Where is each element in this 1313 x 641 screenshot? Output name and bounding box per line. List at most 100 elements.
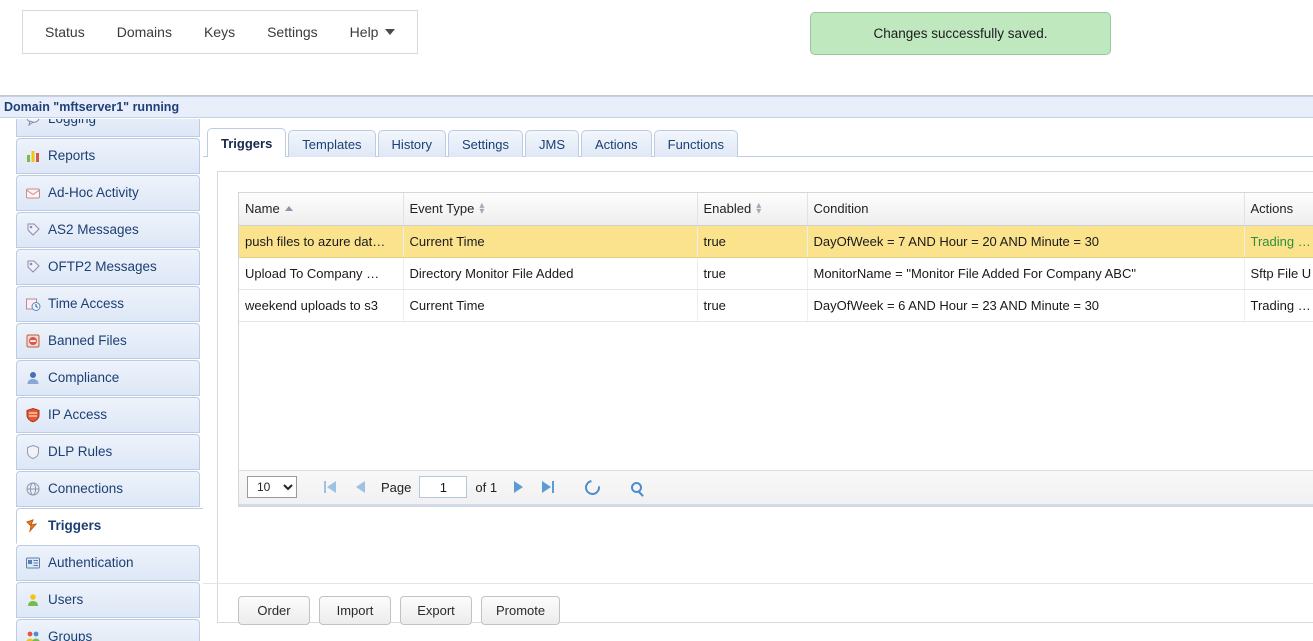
- export-button[interactable]: Export: [400, 596, 472, 625]
- sidebar-item-label: IP Access: [48, 408, 107, 422]
- table-header-row: Name Event Type Enabled Condition Action: [239, 193, 1313, 225]
- sidebar-item-label: OFTP2 Messages: [48, 260, 157, 274]
- tab-label: Templates: [302, 137, 361, 152]
- menu-item-status[interactable]: Status: [29, 18, 101, 46]
- previous-page-icon[interactable]: [347, 474, 373, 500]
- cell-enabled: true: [697, 225, 807, 257]
- tab-label: Settings: [462, 137, 509, 152]
- cell-event-type: Directory Monitor File Added: [403, 257, 697, 289]
- tab-triggers[interactable]: Triggers: [207, 128, 286, 157]
- menu-item-label: Settings: [267, 24, 318, 40]
- cell-event-type: Current Time: [403, 289, 697, 321]
- group-icon: [25, 629, 41, 641]
- sidebar-item-oftp2-messages[interactable]: OFTP2 Messages: [16, 249, 200, 285]
- tab-history[interactable]: History: [378, 130, 446, 157]
- menu-item-settings[interactable]: Settings: [251, 18, 334, 46]
- first-page-icon[interactable]: [317, 474, 343, 500]
- success-notification: Changes successfully saved.: [810, 12, 1111, 55]
- sidebar-item-as2-messages[interactable]: AS2 Messages: [16, 212, 200, 248]
- tab-functions[interactable]: Functions: [654, 130, 738, 157]
- column-header-condition[interactable]: Condition: [807, 193, 1244, 225]
- promote-button[interactable]: Promote: [481, 596, 560, 625]
- tags-icon: [25, 222, 41, 238]
- sidebar-item-label: Groups: [48, 630, 92, 641]
- sidebar-item-label: Reports: [48, 149, 95, 163]
- column-header-enabled[interactable]: Enabled: [697, 193, 807, 225]
- order-button[interactable]: Order: [238, 596, 310, 625]
- cell-actions-link[interactable]: Sftp File U: [1244, 257, 1313, 289]
- tab-settings[interactable]: Settings: [448, 130, 523, 157]
- bottom-divider: [203, 583, 1313, 584]
- triggers-panel: Name Event Type Enabled Condition Action: [217, 171, 1313, 623]
- menu-item-label: Status: [45, 24, 85, 40]
- sidebar-item-authentication[interactable]: Authentication: [16, 545, 200, 581]
- tab-label: Triggers: [221, 136, 272, 151]
- triggers-table: Name Event Type Enabled Condition Action: [239, 193, 1313, 322]
- column-header-name[interactable]: Name: [239, 193, 403, 225]
- page-size-select[interactable]: 10 20 50 100: [247, 476, 297, 498]
- cell-actions-link[interactable]: Trading Pa: [1244, 289, 1313, 321]
- envelope-icon: [25, 185, 41, 201]
- cell-name: push files to azure dat…: [239, 225, 403, 257]
- next-page-icon[interactable]: [505, 474, 531, 500]
- top-bar: Status Domains Keys Settings Help Change…: [0, 0, 1313, 96]
- content-area: Triggers Templates History Settings JMS …: [203, 119, 1313, 641]
- column-header-event-type[interactable]: Event Type: [403, 193, 697, 225]
- sidebar-item-label: Connections: [48, 482, 123, 496]
- import-button[interactable]: Import: [319, 596, 391, 625]
- table-row[interactable]: Upload To Company … Directory Monitor Fi…: [239, 257, 1313, 289]
- column-header-actions[interactable]: Actions: [1244, 193, 1313, 225]
- tab-templates[interactable]: Templates: [288, 130, 375, 157]
- sidebar-item-ip-access[interactable]: IP Access: [16, 397, 200, 433]
- last-page-icon[interactable]: [535, 474, 561, 500]
- table-row[interactable]: weekend uploads to s3 Current Time true …: [239, 289, 1313, 321]
- tab-strip: Triggers Templates History Settings JMS …: [207, 128, 738, 157]
- user-badge-icon: [25, 370, 41, 386]
- refresh-icon[interactable]: [579, 474, 605, 500]
- sidebar-item-connections[interactable]: Connections: [16, 471, 200, 507]
- tab-label: Functions: [668, 137, 724, 152]
- tab-label: JMS: [539, 137, 565, 152]
- column-header-label: Condition: [814, 201, 869, 216]
- menu-item-help[interactable]: Help: [334, 18, 412, 46]
- menu-item-keys[interactable]: Keys: [188, 18, 251, 46]
- domain-status-text: Domain "mftserver1" running: [4, 100, 179, 114]
- menu-item-domains[interactable]: Domains: [101, 18, 188, 46]
- sort-ascending-icon: [285, 206, 293, 211]
- sidebar-item-users[interactable]: Users: [16, 582, 200, 618]
- sidebar-item-label: Compliance: [48, 371, 119, 385]
- table-row[interactable]: push files to azure dat… Current Time tr…: [239, 225, 1313, 257]
- triggers-grid: Name Event Type Enabled Condition Action: [238, 192, 1313, 507]
- sidebar-item-reports[interactable]: Reports: [16, 138, 200, 174]
- search-icon[interactable]: [623, 474, 649, 500]
- globe-icon: [25, 481, 41, 497]
- sort-both-icon: [479, 203, 484, 215]
- domain-status-banner: Domain "mftserver1" running: [0, 96, 1313, 118]
- cell-enabled: true: [697, 257, 807, 289]
- sidebar-item-label: Users: [48, 593, 83, 607]
- sidebar-item-label: Triggers: [48, 519, 101, 533]
- tab-jms[interactable]: JMS: [525, 130, 579, 157]
- lightning-hand-icon: [25, 518, 41, 534]
- sort-both-icon: [756, 203, 761, 215]
- pager-total-pages: of 1: [475, 480, 497, 495]
- sidebar-item-groups[interactable]: Groups: [16, 619, 200, 641]
- sidebar-item-ad-hoc-activity[interactable]: Ad-Hoc Activity: [16, 175, 200, 211]
- sidebar-item-label: AS2 Messages: [48, 223, 139, 237]
- cell-actions-link[interactable]: Trading Pa: [1244, 225, 1313, 257]
- sidebar-item-banned-files[interactable]: Banned Files: [16, 323, 200, 359]
- cell-name: Upload To Company …: [239, 257, 403, 289]
- sidebar-item-logging[interactable]: Logging: [16, 119, 200, 137]
- shield-icon: [25, 444, 41, 460]
- sidebar-item-time-access[interactable]: Time Access: [16, 286, 200, 322]
- cell-condition: MonitorName = "Monitor File Added For Co…: [807, 257, 1244, 289]
- sidebar-item-compliance[interactable]: Compliance: [16, 360, 200, 396]
- tab-actions[interactable]: Actions: [581, 130, 652, 157]
- column-header-label: Name: [245, 201, 280, 216]
- sidebar-item-triggers[interactable]: Triggers: [16, 508, 203, 544]
- tags-icon: [25, 259, 41, 275]
- sidebar-item-label: Ad-Hoc Activity: [48, 186, 139, 200]
- page-number-input[interactable]: [419, 476, 467, 498]
- sidebar-item-dlp-rules[interactable]: DLP Rules: [16, 434, 200, 470]
- speech-bubble-icon: [25, 119, 41, 127]
